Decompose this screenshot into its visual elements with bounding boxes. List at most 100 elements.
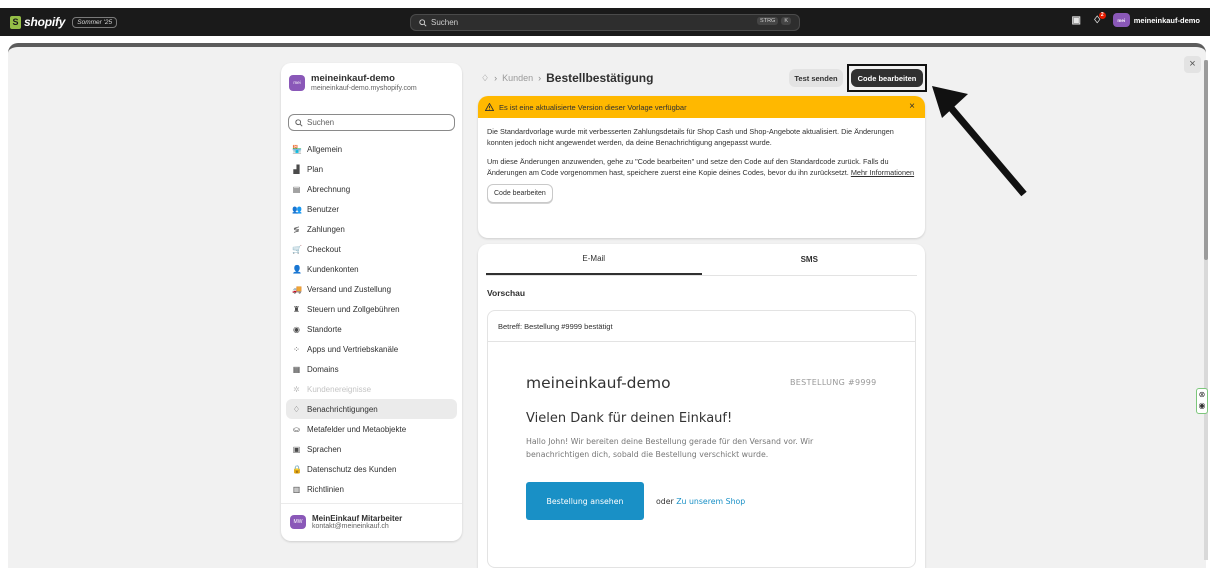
location-icon: ◉ [293,324,300,334]
email-preview-frame: Betreff: Bestellung #9999 bestätigt mein… [487,310,916,568]
store-header[interactable]: mei meineinkauf-demo meineinkauf-demo.my… [289,73,417,92]
shopify-logo[interactable]: S shopify Sommer '25 [10,15,118,29]
tab-sms[interactable]: SMS [702,244,918,275]
sidebar-item-metafelder[interactable]: ⛀ Metafelder und Metaobjekte [286,419,457,439]
sidebar-item-label: Kundenereignisse [307,384,372,394]
global-search-placeholder: Suchen [431,18,459,27]
banner-header: Es ist eine aktualisierte Version dieser… [478,96,925,118]
sidebar-item-kundenkonten[interactable]: 👤 Kundenkonten [286,259,457,279]
settings-search-placeholder: Suchen [307,118,335,127]
email-body-text: Hallo John! Wir bereiten deine Bestellun… [526,437,814,459]
sidebar-item-label: Versand und Zustellung [307,284,392,294]
sidebar-item-sprachen[interactable]: ▣ Sprachen [286,439,457,459]
sidebar-item-kundenereignisse[interactable]: ✲ Kundenereignisse [286,379,457,399]
season-badge[interactable]: Sommer '25 [72,16,118,28]
search-icon [419,18,427,27]
banner-paragraph-2: Um diese Änderungen anzuwenden, gehe zu … [487,156,916,178]
events-icon: ✲ [293,384,300,394]
banner-edit-code-button[interactable]: Code bearbeiten [487,184,553,203]
lock-icon: 🔒 [292,464,302,474]
sidebar-item-standorte[interactable]: ◉ Standorte [286,319,457,339]
shop-link[interactable]: Zu unserem Shop [676,497,745,506]
email-subject: Betreff: Bestellung #9999 bestätigt [498,322,613,331]
sidebar-item-label: Kundenkonten [307,264,359,274]
languages-icon: ▣ [292,444,301,454]
sidebar-item-benachrichtigungen[interactable]: ♢ Benachrichtigungen [286,399,457,419]
settings-sidebar: mei meineinkauf-demo meineinkauf-demo.my… [281,63,462,541]
sidebar-item-benutzer[interactable]: 👥 Benutzer [286,199,457,219]
global-search-input[interactable]: Suchen STRG K [410,14,800,31]
search-icon [295,118,303,127]
sidebar-item-label: Abrechnung [307,184,351,194]
channel-tabs: E-Mail SMS [486,244,917,276]
sidebar-item-plan[interactable]: ▟ Plan [286,159,457,179]
email-order-number: BESTELLUNG #9999 [790,378,877,387]
email-alt-line: oder Zu unserem Shop [656,497,745,506]
sidebar-item-allgemein[interactable]: 🏪 Allgemein [286,139,457,159]
account-menu[interactable]: mei meineinkauf-demo [1112,13,1200,27]
domains-icon: ▦ [292,364,301,374]
sidebar-item-label: Benutzer [307,204,340,214]
apps-icon: ⁘ [293,344,300,354]
store-avatar: mei [289,74,305,91]
update-warning-banner: Es ist eine aktualisierte Version dieser… [478,96,925,238]
chevron-right-icon: › [494,73,498,83]
annotation-highlight-box [847,64,927,92]
notifications-bell-icon[interactable]: ♢ 2 [1092,11,1106,26]
sidebar-item-checkout[interactable]: 🛒 Checkout [286,239,457,259]
staff-account[interactable]: MW MeinEinkauf Mitarbeiter kontakt@meine… [290,514,402,530]
account-name: meineinkauf-demo [1133,15,1200,25]
notification-count-badge: 2 [1098,11,1106,19]
sidebar-item-label: Domains [307,364,339,374]
annotation-arrow-icon [932,86,1027,197]
preview-heading: Vorschau [487,288,526,298]
sidebar-item-domains[interactable]: ▦ Domains [286,359,457,379]
users-icon: 👥 [292,204,302,214]
breadcrumb: ♢ › Kunden › Bestellbestätigung [481,71,653,85]
tax-icon: ♜ [292,304,301,314]
staff-email: kontakt@meineinkauf.ch [312,523,389,530]
send-test-button[interactable]: Test senden [789,69,843,87]
cart-icon: 🛒 [292,244,302,254]
page-title: Bestellbestätigung [546,71,654,85]
email-heading: Vielen Dank für deinen Einkauf! [526,411,733,426]
sidebar-item-abrechnung[interactable]: ▤ Abrechnung [286,179,457,199]
sidebar-item-label: Steuern und Zollgebühren [307,304,400,314]
banner-paragraph-2-text: Um diese Änderungen anzuwenden, gehe zu … [487,157,889,177]
sidebar-item-apps[interactable]: ⁘ Apps und Vertriebskanäle [286,339,457,359]
staff-name: MeinEinkauf Mitarbeiter [312,514,403,523]
sidebar-item-steuern[interactable]: ♜ Steuern und Zollgebühren [286,299,457,319]
store-url: meineinkauf-demo.myshopify.com [311,85,417,92]
widget-close-icon[interactable]: ⊗ [1197,389,1207,400]
shortcut-k-key: K [781,17,791,25]
sidebar-item-datenschutz[interactable]: 🔒 Datenschutz des Kunden [286,459,457,479]
sidekick-icon[interactable]: ▣ [1071,15,1082,26]
receipt-icon: ▤ [292,184,301,194]
more-info-link[interactable]: Mehr Informationen [851,168,914,177]
settings-nav: 🏪 Allgemein ▟ Plan ▤ Abrechnung 👥 Benutzer ≶… [286,139,457,499]
sidebar-item-label: Richtlinien [307,484,344,494]
preview-card: E-Mail SMS Vorschau Betreff: Bestellung … [478,244,925,568]
sidebar-item-richtlinien[interactable]: ▥ Richtlinien [286,479,457,499]
account-avatar: mei [1112,13,1130,27]
sidebar-item-zahlungen[interactable]: ≶ Zahlungen [286,219,457,239]
sidebar-item-label: Benachrichtigungen [307,404,378,414]
close-icon[interactable]: × [909,101,915,112]
sidebar-item-label: Metafelder und Metaobjekte [307,424,407,434]
bell-icon: ♢ [292,404,301,414]
banner-title: Es ist eine aktualisierte Version dieser… [499,102,687,112]
subject-divider [488,341,915,342]
sidebar-item-versand[interactable]: 🚚 Versand und Zustellung [286,279,457,299]
close-icon[interactable]: × [1184,56,1201,73]
floating-widget[interactable]: ⊗ ◉ [1196,388,1208,414]
bell-icon[interactable]: ♢ [481,73,489,84]
email-alt-prefix: oder [656,497,674,506]
widget-target-icon[interactable]: ◉ [1197,400,1207,411]
settings-search-input[interactable]: Suchen [288,114,455,131]
view-order-button[interactable]: Bestellung ansehen [526,482,644,520]
sidebar-item-label: Sprachen [307,444,342,454]
tab-email[interactable]: E-Mail [486,244,702,275]
breadcrumb-parent-link[interactable]: Kunden [502,73,533,83]
brand-name: shopify [24,15,66,29]
scrollbar-thumb[interactable] [1204,60,1208,260]
